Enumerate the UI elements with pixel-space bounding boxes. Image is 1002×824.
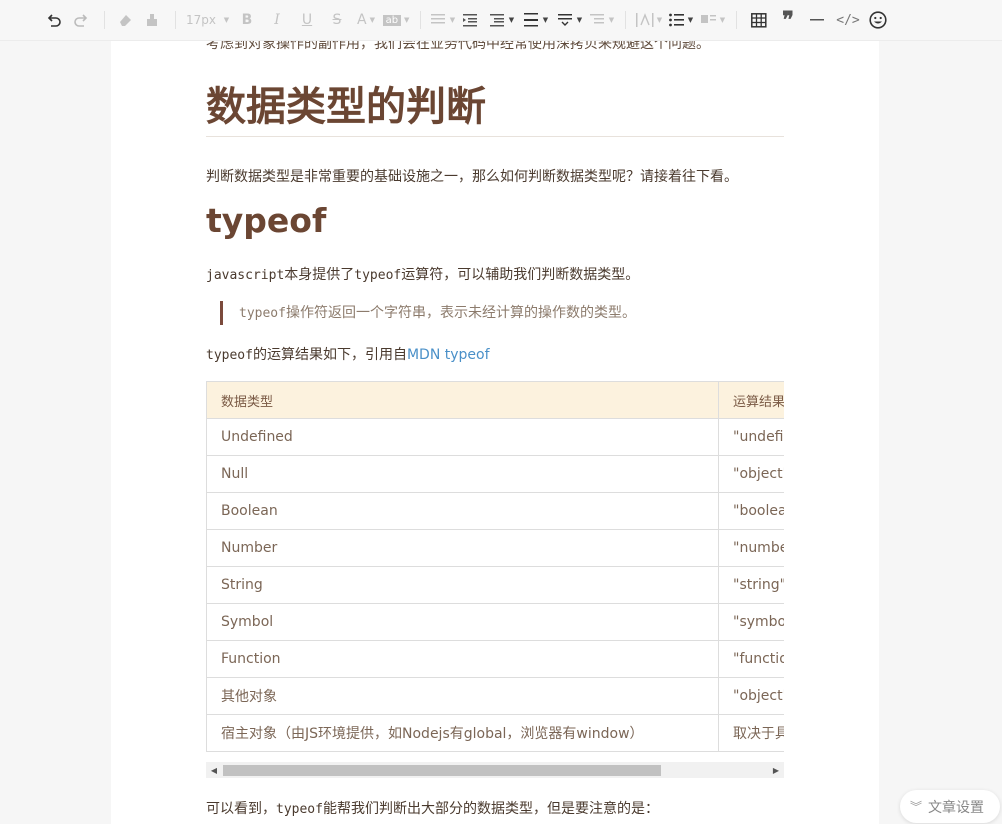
scroll-left-arrow-icon[interactable]: ◀	[206, 762, 222, 778]
heading-h2: typeof	[206, 201, 327, 240]
format-painter-icon[interactable]	[137, 7, 167, 33]
toolbar-divider	[625, 11, 626, 29]
table-cell: Undefined	[206, 418, 719, 456]
toolbar-divider	[736, 11, 737, 29]
table-cell: 取决于具体实现	[718, 714, 784, 752]
paragraph-spacing-icon[interactable]: ▼	[553, 7, 587, 33]
toolbar-divider	[420, 11, 421, 29]
toolbar-divider	[175, 11, 176, 29]
editor-toolbar: 17px ▼ B I U S A ▼ ab ▼ ▼ ▼ ▼ ▼ ▼ ▼ ▼ ▼ ❞ …	[0, 0, 1002, 41]
table-cell: "string"	[718, 566, 784, 604]
redo-icon[interactable]	[66, 7, 96, 33]
paragraph-text: 考虑到对象操作的副作用，我们会在业务代码中经常使用深拷贝来规避这个问题。	[206, 41, 710, 52]
paragraph-text: javascript本身提供了typeof运算符，可以辅助我们判断数据类型。	[206, 267, 640, 283]
bold-button[interactable]: B	[232, 7, 262, 33]
table-row: 其他对象 "object"	[206, 677, 784, 715]
inline-code: typeof	[206, 348, 253, 363]
paragraph-text: typeof的运算结果如下，引用自MDN typeof	[206, 347, 490, 363]
list-indent-icon[interactable]: ▼	[587, 7, 617, 33]
blockquote: typeof操作符返回一个字符串，表示未经计算的操作数的类型。	[220, 301, 636, 325]
table-cell: "number"	[718, 529, 784, 567]
table-cell: Number	[206, 529, 719, 567]
mdn-typeof-link[interactable]: MDN typeof	[407, 347, 490, 363]
italic-button[interactable]: I	[262, 7, 292, 33]
editor-document[interactable]: 考虑到对象操作的副作用，我们会在业务代码中经常使用深拷贝来规避这个问题。 数据类…	[111, 41, 879, 824]
scroll-right-arrow-icon[interactable]: ▶	[768, 762, 784, 778]
table-row: Boolean"boolean"	[206, 492, 784, 530]
strikethrough-button[interactable]: S	[322, 7, 352, 33]
table-cell: "object"	[718, 677, 784, 715]
table-row: Null "object"	[206, 455, 784, 493]
underline-button[interactable]: U	[292, 7, 322, 33]
table-row: String "string"	[206, 566, 784, 604]
inline-code: typeof	[354, 268, 402, 283]
table-cell: Function	[206, 640, 719, 678]
table-cell: Boolean	[206, 492, 719, 530]
heading-divider	[206, 136, 784, 137]
table-cell: "symbol"	[718, 603, 784, 641]
heading-button[interactable]: ▼	[429, 7, 457, 33]
line-height-icon[interactable]: ▼	[519, 7, 553, 33]
table-horizontal-scrollbar[interactable]: ◀ ▶	[206, 762, 784, 778]
article-settings-label: 文章设置	[928, 799, 985, 816]
typeof-table: 数据类型 运算结果 Undefined"undefined" Null"obje…	[206, 381, 784, 752]
table-cell: "object"	[718, 455, 784, 493]
table-header-cell: 运算结果	[718, 381, 784, 419]
inline-code: typeof	[276, 802, 323, 817]
highlight-button[interactable]: ab ▼	[380, 7, 412, 33]
article-settings-button[interactable]: ︾ 文章设置	[900, 790, 1000, 823]
emoji-icon[interactable]	[863, 7, 893, 33]
table-cell: 宿主对象（由JS环境提供，如Nodejs有global，浏览器有window）	[206, 714, 719, 752]
text-direction-icon[interactable]: ▼	[634, 7, 664, 33]
font-color-button[interactable]: A ▼	[352, 7, 380, 33]
table-icon[interactable]	[745, 7, 773, 33]
paragraph-text: 判断数据类型是非常重要的基础设施之一，那么如何判断数据类型呢？请接着往下看。	[206, 169, 738, 185]
eraser-icon[interactable]	[113, 7, 137, 33]
undo-icon[interactable]	[42, 7, 66, 33]
image-align-icon[interactable]: ▼	[698, 7, 728, 33]
font-size-select[interactable]: 17px	[184, 7, 218, 33]
table-row: Function"function"	[206, 640, 784, 678]
table-cell: "function"	[718, 640, 784, 678]
double-chevron-down-icon: ︾	[910, 800, 923, 814]
inline-code: javascript	[206, 268, 285, 283]
code-icon[interactable]: </>	[833, 7, 863, 33]
chevron-down-icon: ▼	[223, 16, 230, 24]
table-cell: String	[206, 566, 719, 604]
table-row: Undefined"undefined"	[206, 418, 784, 456]
table-cell: Null	[206, 455, 719, 493]
table-cell: "undefined"	[718, 418, 784, 456]
table-cell: Symbol	[206, 603, 719, 641]
indent-icon[interactable]	[457, 7, 485, 33]
table-row: Number"number"	[206, 529, 784, 567]
inline-code: typeof	[239, 306, 286, 321]
table-header-row: 数据类型 运算结果	[206, 381, 784, 419]
horizontal-rule-icon[interactable]	[803, 7, 833, 33]
typeof-table-container: 数据类型 运算结果 Undefined"undefined" Null"obje…	[206, 381, 784, 752]
toolbar-divider	[104, 11, 105, 29]
table-row: 宿主对象（由JS环境提供，如Nodejs有global，浏览器有window）取…	[206, 714, 784, 752]
table-row: Symbol"symbol"	[206, 603, 784, 641]
table-header-cell: 数据类型	[206, 381, 719, 419]
table-cell: 其他对象	[206, 677, 719, 715]
scrollbar-thumb[interactable]	[223, 765, 661, 776]
table-cell: "boolean"	[718, 492, 784, 530]
align-center-icon[interactable]: ▼	[485, 7, 519, 33]
bullet-list-icon[interactable]: ▼	[664, 7, 698, 33]
quote-icon[interactable]: ❞	[773, 7, 803, 33]
paragraph-text: 可以看到，typeof能帮我们判断出大部分的数据类型，但是要注意的是：	[206, 801, 659, 817]
heading-h1: 数据类型的判断	[206, 84, 486, 130]
